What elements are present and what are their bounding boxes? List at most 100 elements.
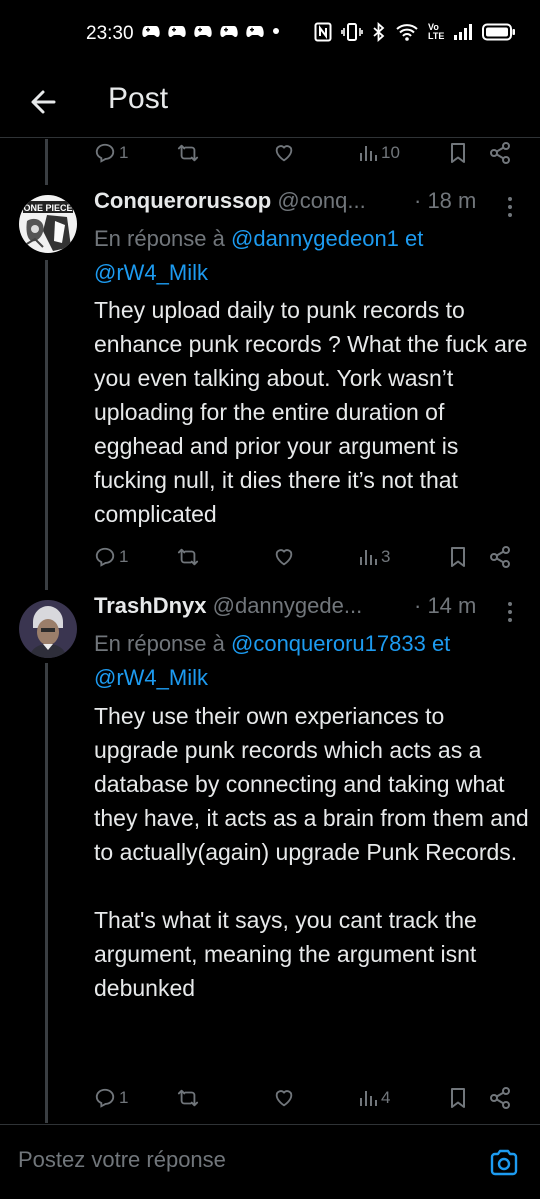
views-chart-icon [360, 1091, 377, 1106]
battery-icon [482, 23, 516, 41]
tweet-time: · 18 m [414, 188, 477, 213]
tweet-time: · 14 m [414, 593, 477, 618]
share-icon [490, 546, 510, 568]
share-icon [490, 142, 510, 164]
reply-composer: Postez votre réponse [0, 1124, 540, 1199]
action-bar: 1 10 [94, 138, 519, 168]
like-button[interactable] [272, 1083, 296, 1113]
reply-button[interactable]: 1 [94, 138, 128, 168]
tweet-header: TrashDnyx @dannygede... [94, 593, 362, 619]
reply-count: 1 [119, 143, 129, 162]
views-chart-icon [360, 146, 377, 161]
arrow-left-icon [31, 90, 56, 114]
bookmark-button[interactable] [448, 138, 468, 168]
game-controller-icon [168, 26, 186, 37]
reply-button[interactable]: 1 [94, 1083, 128, 1113]
bookmark-icon [451, 1088, 465, 1108]
repost-icon [177, 548, 199, 566]
notification-icons [142, 24, 280, 38]
reply-count: 1 [119, 547, 129, 566]
views-button[interactable]: 3 [358, 542, 390, 572]
reply-button[interactable]: 1 [94, 542, 128, 572]
reply-prefix: En réponse à [94, 226, 225, 251]
tweet-text: They upload daily to punk records to enh… [94, 297, 534, 527]
thread-line [45, 260, 48, 590]
avatar[interactable]: ONE PIECE [19, 195, 77, 253]
mention-conjunction: et [431, 631, 451, 656]
dot-icon [273, 28, 279, 34]
repost-icon [177, 1089, 199, 1107]
page-title: Post [108, 82, 169, 115]
repost-icon [177, 144, 199, 162]
game-controller-icon [142, 26, 160, 37]
game-controller-icon [220, 26, 238, 37]
heart-icon [275, 549, 293, 566]
share-icon [490, 1087, 510, 1109]
reply-icon [95, 1088, 115, 1108]
status-time: 23:30 [86, 23, 134, 44]
more-vertical-icon [508, 197, 512, 217]
bluetooth-icon [373, 22, 385, 42]
views-count: 3 [381, 547, 391, 566]
bookmark-button[interactable] [448, 542, 468, 572]
reply-prefix: En réponse à [94, 631, 225, 656]
reply-input[interactable]: Postez votre réponse [18, 1147, 226, 1173]
camera-icon [490, 1149, 518, 1176]
user-handle[interactable]: @dannygede... [213, 593, 363, 618]
tweet-header: Conquerorussop @conq... [94, 188, 366, 214]
display-name[interactable]: Conquerorussop [94, 188, 271, 213]
share-button[interactable] [488, 542, 512, 572]
user-handle[interactable]: @conq... [277, 188, 365, 213]
mention-conjunction: et [405, 226, 424, 251]
back-button[interactable] [26, 84, 62, 120]
volte-icon: Vo LTE [428, 22, 445, 41]
bookmark-button[interactable] [448, 1083, 468, 1113]
views-button[interactable]: 10 [358, 138, 400, 168]
mention-link[interactable]: @conqueroru17833 [231, 631, 426, 656]
wifi-icon [396, 24, 418, 41]
vibrate-icon [341, 23, 363, 41]
game-controller-icon [246, 26, 264, 37]
svg-text:ONE PIECE: ONE PIECE [23, 203, 72, 213]
mention-link[interactable]: @rW4_Milk [94, 665, 208, 690]
like-button[interactable] [272, 138, 296, 168]
more-options-button[interactable] [500, 192, 520, 222]
reply-icon [95, 143, 115, 163]
views-count: 4 [381, 1088, 391, 1107]
action-bar: 1 3 [94, 542, 519, 572]
repost-button[interactable] [176, 542, 200, 572]
thread-line [45, 663, 48, 1123]
views-count: 10 [381, 143, 400, 162]
repost-button[interactable] [176, 1083, 200, 1113]
reply-icon [95, 547, 115, 567]
more-vertical-icon [508, 602, 512, 622]
like-button[interactable] [272, 542, 296, 572]
repost-button[interactable] [176, 138, 200, 168]
share-button[interactable] [488, 1083, 512, 1113]
bookmark-icon [451, 547, 465, 567]
avatar[interactable] [19, 600, 77, 658]
views-button[interactable]: 4 [358, 1083, 390, 1113]
mention-link[interactable]: @rW4_Milk [94, 260, 208, 285]
bookmark-icon [451, 143, 465, 163]
views-chart-icon [360, 550, 377, 565]
display-name[interactable]: TrashDnyx [94, 593, 207, 618]
action-bar: 1 4 [94, 1083, 519, 1113]
reply-context: En réponse à @dannygedeon1 et @rW4_Milk [94, 222, 524, 290]
reply-count: 1 [119, 1088, 129, 1107]
status-bar: 23:30 Vo LTE [0, 0, 540, 70]
reply-context: En réponse à @conqueroru17833 et @rW4_Mi… [94, 627, 524, 695]
nfc-icon [314, 22, 332, 42]
game-controller-icon [194, 26, 212, 37]
tweet-text: They use their own experiances to upgrad… [94, 703, 529, 1001]
signal-icon [454, 24, 473, 40]
top-app-bar: Post [0, 70, 540, 138]
more-options-button[interactable] [500, 597, 520, 627]
share-button[interactable] [488, 138, 512, 168]
heart-icon [275, 145, 293, 162]
heart-icon [275, 1090, 293, 1107]
system-icons: Vo LTE [314, 22, 516, 42]
mention-link[interactable]: @dannygedeon1 [231, 226, 399, 251]
thread-line [45, 139, 48, 185]
camera-button[interactable] [488, 1147, 520, 1179]
